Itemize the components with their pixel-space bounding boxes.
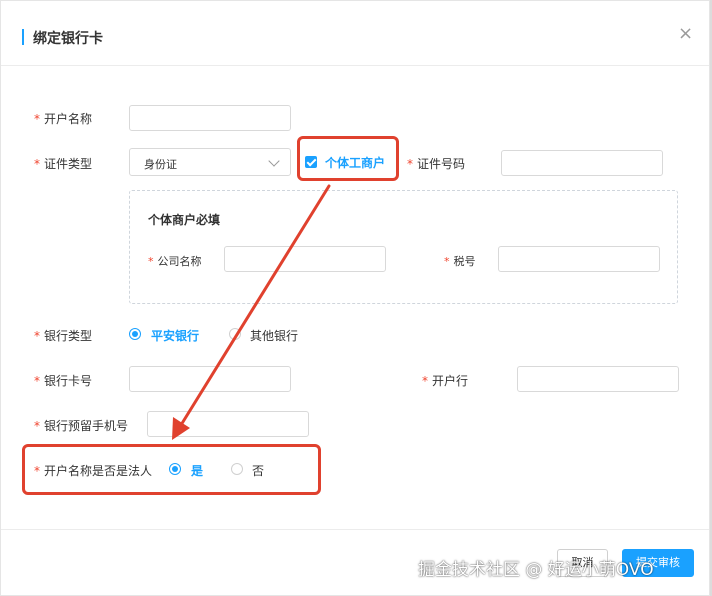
annotation-arrow-shaft (179, 184, 331, 427)
annotation-arrow-head (172, 417, 190, 440)
annotation-arrow (172, 184, 331, 440)
watermark-text: 掘金技术社区 @ 好运小萌OVO (418, 560, 654, 580)
